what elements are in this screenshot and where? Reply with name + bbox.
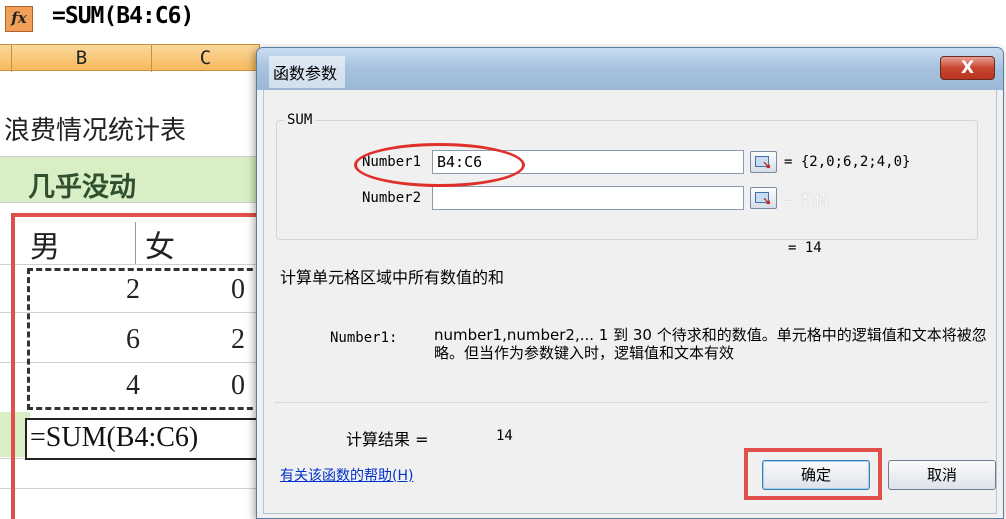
total-result: = 14 [788,240,822,256]
annotation-highlight-range [11,213,269,519]
column-header-a[interactable] [0,45,12,72]
argument-help-name: Number1: [330,330,398,346]
formula-bar: fx =SUM(B4:C6) [0,0,260,42]
close-button[interactable]: X [940,56,995,80]
number2-label: Number2 [362,190,422,206]
column-header-bar: B C [0,44,260,72]
arrow-icon: ↘ [762,159,772,172]
function-arguments-dialog: 函数参数 X SUM Number1 B4:C6 ↘ = {2,0;6,2;4,… [256,47,1004,519]
argument-help-text: number1,number2,... 1 到 30 个待求和的数值。单元格中的… [434,326,987,362]
column-header-c[interactable]: C [152,45,260,72]
divider [274,402,988,403]
row-line [0,202,262,203]
annotation-highlight-ok [744,448,882,500]
help-link[interactable]: 有关该函数的帮助(H) [280,465,413,485]
dialog-titlebar[interactable]: 函数参数 X [257,48,1003,90]
arrow-icon: ↘ [762,195,772,208]
fx-icon[interactable]: fx [5,6,33,32]
row-line [0,156,262,157]
dialog-body: SUM Number1 B4:C6 ↘ = {2,0;6,2;4,0} Numb… [263,90,997,514]
function-name-label: SUM [284,112,316,128]
formula-text[interactable]: =SUM(B4:C6) [52,3,194,29]
sheet-title: 浪费情况统计表 [4,116,187,146]
number2-collapse-button[interactable]: ↘ [750,187,777,209]
number2-result: = 数值 [784,193,829,209]
group-label-cell: 几乎没动 [28,172,136,203]
cancel-button[interactable]: 取消 [888,460,996,490]
annotation-ellipse [354,143,525,187]
number1-collapse-button[interactable]: ↘ [750,151,777,173]
function-description: 计算单元格区域中所有数值的和 [280,268,505,287]
calc-result-value: 14 [496,428,513,444]
dialog-title: 函数参数 [269,56,346,88]
spreadsheet-grid[interactable]: 浪费情况统计表 几乎没动 男 女 2 0 6 2 4 0 =SUM(B4:C6) [0,72,269,519]
column-header-b[interactable]: B [12,45,152,72]
number1-result: = {2,0;6,2;4,0} [784,154,911,170]
calc-result-label: 计算结果 = [346,430,429,449]
number2-input[interactable] [432,186,744,210]
